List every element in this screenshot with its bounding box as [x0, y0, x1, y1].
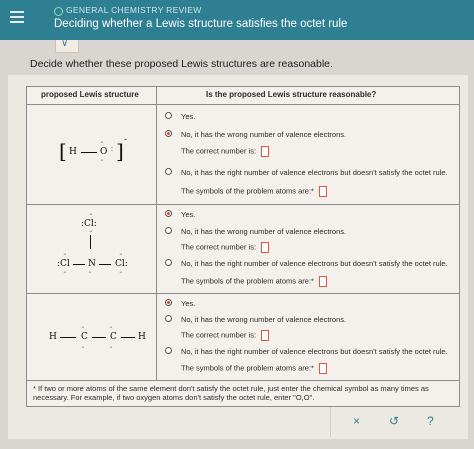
section-label: GENERAL CHEMISTRY REVIEW	[66, 5, 202, 15]
bond-line	[81, 152, 97, 153]
symbols-input[interactable]	[318, 186, 327, 197]
bond-line	[121, 337, 135, 338]
page-title: Deciding whether a Lewis structure satis…	[54, 18, 348, 30]
footnote: * If two or more atoms of the same eleme…	[26, 380, 460, 407]
column-header-structure: proposed Lewis structure	[26, 86, 157, 105]
collapse-tab[interactable]: ∨	[55, 38, 79, 53]
radio-no-octet[interactable]	[165, 259, 172, 266]
bond-line	[92, 337, 106, 338]
radio-no-wrong[interactable]	[165, 315, 172, 322]
atom-h-left: H	[49, 332, 57, 342]
lewis-structure-hydroxide: [ H O ·· ·· : ] -	[26, 104, 157, 205]
undo-button[interactable]: ↺	[389, 414, 399, 428]
lewis-structure-c2h2: ·· ·· H C C H ·· ··	[26, 293, 157, 381]
bond-line	[60, 337, 76, 338]
symbols-input[interactable]	[318, 276, 327, 287]
atom-c-right: C	[110, 332, 117, 342]
radio-no-wrong[interactable]	[165, 130, 172, 137]
symbols-input[interactable]	[318, 363, 327, 374]
clear-button[interactable]: ×	[353, 414, 360, 428]
correct-number-input[interactable]	[261, 146, 270, 157]
radio-yes[interactable]	[165, 210, 172, 217]
table-row: ·· ·· H C C H ·· ·· Yes. No, it has the …	[26, 293, 460, 381]
bond-line	[90, 235, 91, 249]
lewis-structure-ncl3: ·· :Cl: ·· ·· :Cl N ·· Cl: ·· ·· ··	[26, 204, 157, 294]
lewis-table: proposed Lewis structure Is the proposed…	[26, 86, 460, 407]
radio-no-octet[interactable]	[165, 347, 172, 354]
action-bar: × ↺ ?	[330, 407, 463, 437]
left-bracket: [	[59, 139, 67, 163]
radio-no-octet[interactable]	[165, 168, 172, 175]
charge: -	[124, 135, 128, 145]
bond-line	[99, 264, 111, 265]
table-row: ·· :Cl: ·· ·· :Cl N ·· Cl: ·· ·· ·· Yes.…	[26, 204, 460, 294]
header-bar: GENERAL CHEMISTRY REVIEW Deciding whethe…	[0, 0, 474, 40]
atom-h-right: H	[138, 332, 146, 342]
radio-yes[interactable]	[165, 112, 172, 119]
bond-line	[73, 264, 85, 265]
table-row: [ H O ·· ·· : ] - Yes. No, it has the wr…	[26, 104, 460, 205]
menu-icon[interactable]	[10, 11, 24, 24]
atom-o: O	[100, 147, 108, 157]
atom-cl-right: Cl:	[115, 259, 128, 269]
radio-no-wrong[interactable]	[165, 227, 172, 234]
question-prompt: Decide whether these proposed Lewis stru…	[30, 58, 333, 70]
correct-number-input[interactable]	[261, 242, 270, 253]
section-status-icon	[54, 7, 63, 16]
correct-number-input[interactable]	[261, 330, 270, 341]
atom-cl-left: :Cl	[57, 259, 70, 269]
atom-h: H	[69, 147, 77, 157]
answer-options: Yes. No, it has the wrong number of vale…	[156, 204, 460, 294]
chevron-down-icon: ∨	[61, 38, 69, 49]
radio-yes[interactable]	[165, 299, 172, 306]
atom-n: N	[88, 259, 96, 269]
answer-options: Yes. No, it has the wrong number of vale…	[156, 104, 460, 205]
atom-c-left: C	[81, 332, 88, 342]
answer-options: Yes. No, it has the wrong number of vale…	[156, 293, 460, 381]
right-bracket: ]	[116, 139, 124, 163]
help-button[interactable]: ?	[427, 414, 434, 428]
column-header-reasonable: Is the proposed Lewis structure reasonab…	[156, 86, 460, 105]
